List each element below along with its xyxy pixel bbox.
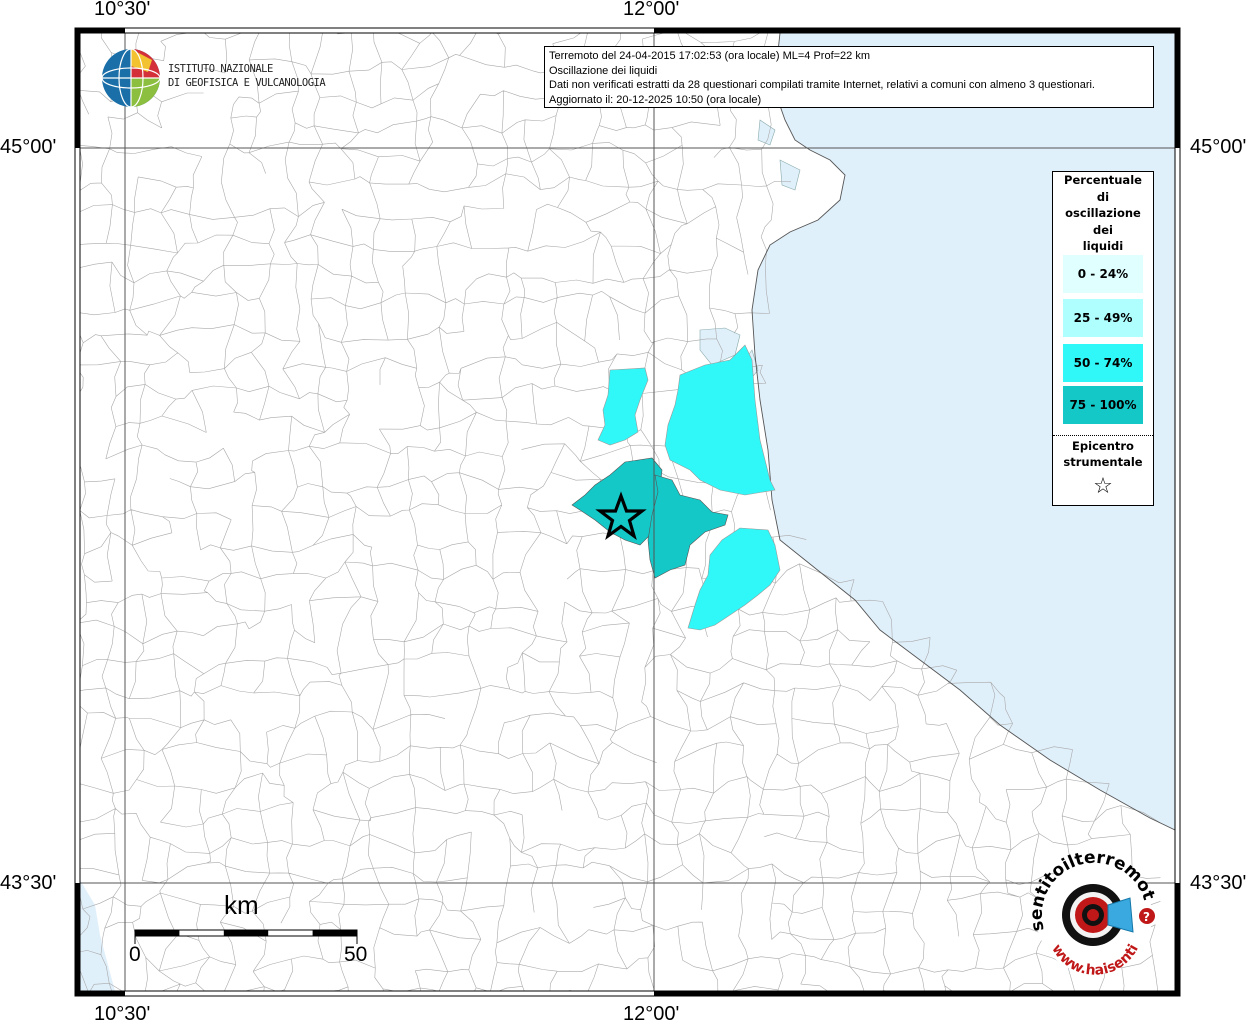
legend-class-50-74: 50 - 74%	[1063, 344, 1143, 382]
legend-title-line: Percentuale	[1064, 173, 1142, 187]
legend-title-line: oscillazione	[1065, 206, 1141, 220]
ingv-logo-icon	[101, 48, 161, 108]
info-updated-line: Aggiornato il: 20-12-2025 10:50 (ora loc…	[549, 93, 762, 106]
legend-panel: Percentuale di oscillazione dei liquidi …	[1052, 171, 1154, 506]
legend-class-75-100: 75 - 100%	[1063, 386, 1143, 424]
legend-title-line: liquidi	[1082, 239, 1124, 253]
earthquake-info-box: Terremoto del 24-04-2015 17:02:53 (ora l…	[544, 46, 1154, 108]
logo-question-mark: ?	[1143, 910, 1150, 924]
legend-class-25-49: 25 - 49%	[1063, 299, 1143, 337]
legend-class-0-24: 0 - 24%	[1063, 255, 1143, 293]
ingv-logo-text: ISTITUTO NAZIONALE DI GEOFISICA E VULCAN…	[168, 62, 326, 90]
ingv-line-1: ISTITUTO NAZIONALE	[168, 63, 273, 75]
legend-epicenter: Epicentro strumentale ☆	[1053, 438, 1153, 502]
legend-title-line: di	[1096, 189, 1110, 204]
ingv-line-2: DI GEOFISICA E VULCANOLOGIA	[168, 77, 326, 89]
map-canvas[interactable]: sentitoilterremoto.it www.haisentito ?	[0, 0, 1255, 1024]
info-data-source-line: Dati non verificati estratti da 28 quest…	[549, 79, 1095, 91]
scale-bar-end: 50	[344, 943, 368, 966]
legend-separator	[1053, 435, 1153, 436]
scale-bar-start: 0	[129, 943, 141, 966]
scale-bar-unit: km	[224, 890, 259, 920]
legend-title-line: dei	[1093, 222, 1113, 237]
legend-epicenter-line: strumentale	[1063, 455, 1143, 469]
info-parameter-line: Oscillazione dei liquidi	[549, 64, 658, 77]
info-earthquake-line: Terremoto del 24-04-2015 17:02:53 (ora l…	[549, 50, 871, 62]
legend-epicenter-star-icon: ☆	[1093, 474, 1113, 499]
legend-title: Percentuale di oscillazione dei liquidi	[1059, 172, 1147, 255]
legend-epicenter-line: Epicentro	[1072, 439, 1134, 453]
